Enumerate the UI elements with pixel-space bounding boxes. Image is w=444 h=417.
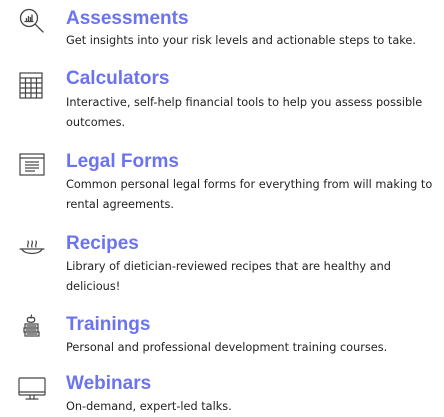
resource-description-assessments: Get insights into your risk levels and a… [66,34,416,47]
monitor-icon [16,375,48,407]
document-form-icon [16,149,48,181]
magnifier-chart-icon [16,6,48,38]
resource-title-recipes[interactable]: Recipes [66,233,139,255]
resource-title-webinars[interactable]: Webinars [66,373,151,395]
resource-description-legal-forms: Common personal legal forms for everythi… [66,178,433,211]
resource-description-webinars: On-demand, expert-led talks. [66,400,232,413]
resource-item-calculators[interactable]: Calculators Interactive, self-help finan… [0,62,444,144]
apple-books-icon [16,310,48,342]
resource-description-recipes: Library of dietician-reviewed recipes th… [66,260,391,293]
resource-title-calculators[interactable]: Calculators [66,68,169,90]
resource-title-trainings[interactable]: Trainings [66,314,150,336]
resource-item-legal-forms[interactable]: Legal Forms Common personal legal forms … [0,146,444,228]
resource-title-legal-forms[interactable]: Legal Forms [66,151,179,173]
steaming-dish-icon [16,233,48,265]
resource-item-recipes[interactable]: Recipes Library of dietician-reviewed re… [0,230,444,308]
calculator-grid-icon [16,70,48,102]
resource-title-assessments[interactable]: Assessments [66,8,189,30]
resource-item-webinars[interactable]: Webinars On-demand, expert-led talks. [0,368,444,417]
resource-item-assessments[interactable]: Assessments Get insights into your risk … [0,0,444,60]
resource-item-trainings[interactable]: Trainings Personal and professional deve… [0,310,444,366]
resource-description-calculators: Interactive, self-help financial tools t… [66,96,423,129]
resource-description-trainings: Personal and professional development tr… [66,341,388,354]
